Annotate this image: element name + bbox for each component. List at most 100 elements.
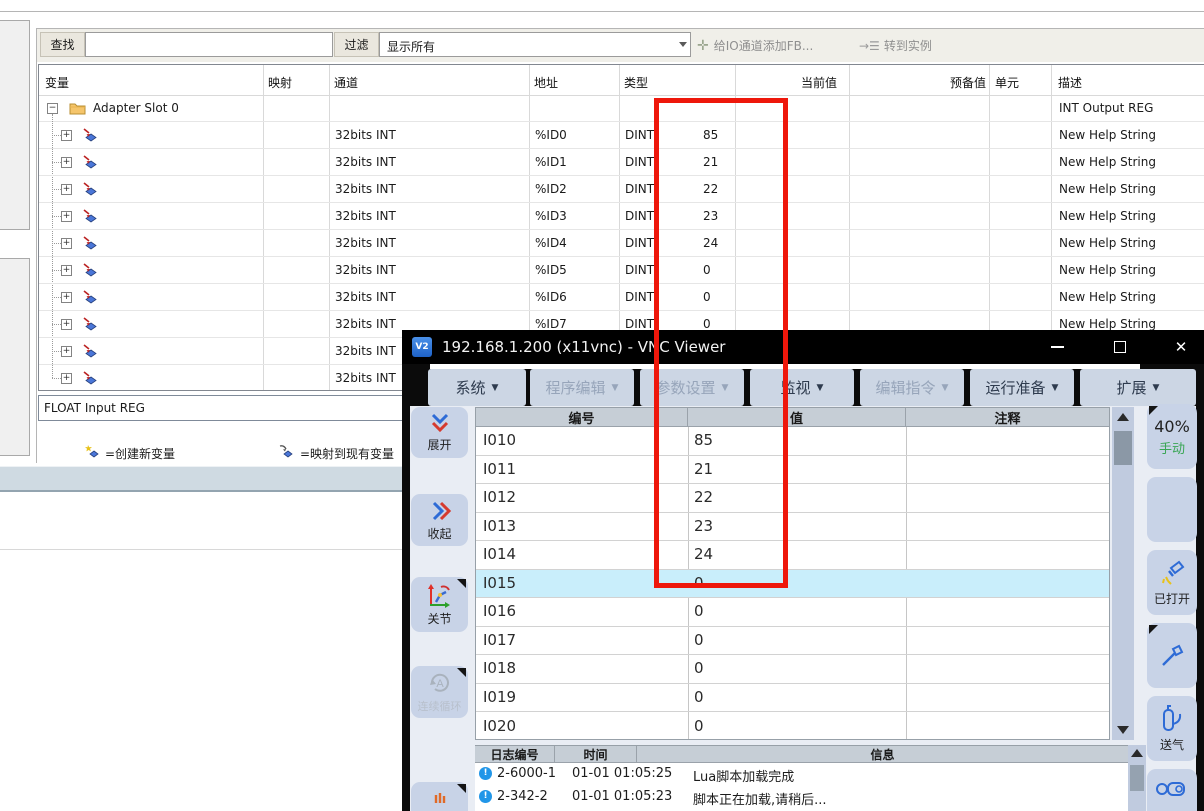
table-group-row[interactable]: − Adapter Slot 0 INT Output REG [39,95,1204,122]
menu-item-edit-instruction[interactable]: 编辑指令▼ [860,369,964,406]
torch-button[interactable] [1147,623,1197,688]
register-row[interactable]: I01424 [476,541,1109,570]
menu-item-label: 编辑指令 [876,377,936,398]
blank-button[interactable] [1147,477,1197,542]
log-row[interactable]: !2-6000-101-01 01:05:25Lua脚本加载完成 [475,763,1128,786]
table-row[interactable]: +32bits INT%ID0DINT85New Help String [39,122,1204,149]
create-var-label: =创建新变量 [105,445,175,462]
table-row[interactable]: +32bits INT%ID4DINT24New Help String [39,230,1204,257]
filter-dropdown[interactable]: 显示所有 [379,32,691,57]
tree-stub [52,378,61,379]
find-label: 查找 [40,32,85,57]
goto-instance-label: 转到实例 [884,37,932,54]
register-row[interactable]: I0160 [476,598,1109,627]
gas-button[interactable]: 送气 [1147,696,1197,761]
expand-plus-icon[interactable]: + [61,211,72,222]
expand-plus-icon[interactable]: + [61,184,72,195]
expand-button[interactable]: 展开 [411,407,468,458]
tree-stub [52,297,61,298]
scroll-up-icon[interactable] [1117,413,1129,421]
expand-plus-icon[interactable]: + [61,292,72,303]
expand-plus-icon[interactable]: + [61,373,72,384]
speed-mode-button[interactable]: 40% 手动 [1147,404,1197,469]
add-fb-button[interactable]: ✛ 给IO通道添加FB... [697,34,813,57]
log-scrollbar[interactable] [1128,745,1146,811]
table-row[interactable]: +32bits INT%ID2DINT22New Help String [39,176,1204,203]
scroll-up-icon[interactable] [1131,749,1143,757]
tool-partial-icon [430,791,450,803]
scrollbar-thumb[interactable] [1130,765,1144,791]
editor-left-border [36,28,37,463]
register-row[interactable]: I0170 [476,627,1109,656]
menu-item-label: 运行准备 [986,377,1046,398]
corner-marker-icon [1149,625,1158,634]
register-row[interactable]: I0190 [476,684,1109,713]
tree-stub [52,351,61,352]
variable-icon [83,263,98,282]
variable-icon [83,128,98,147]
expand-plus-icon[interactable]: + [61,130,72,141]
type-cell: DINT [625,290,654,304]
tree-stub [52,189,61,190]
table-row[interactable]: +32bits INT%ID1DINT21New Help String [39,149,1204,176]
register-value: 0 [694,717,704,735]
joint-button[interactable]: 关节 [411,577,468,632]
close-icon: ✕ [1175,338,1188,356]
tree-stub [52,135,61,136]
register-row[interactable]: I01323 [476,513,1109,542]
torch-state-label: 已打开 [1154,590,1190,607]
torch-open-button[interactable]: 已打开 [1147,550,1197,615]
float-input-reg-label: FLOAT Input REG [44,401,145,415]
variable-icon [83,371,98,390]
robot-joint-icon [426,582,454,608]
collapse-minus-icon[interactable]: − [47,103,58,114]
menu-item-system[interactable]: 系统▼ [428,369,526,406]
register-row[interactable]: I01085 [476,427,1109,456]
expand-plus-icon[interactable]: + [61,319,72,330]
table-row[interactable]: +32bits INT%ID5DINT0New Help String [39,257,1204,284]
torch-icon [1157,641,1187,671]
loop-button[interactable]: A 连续循环 [411,666,468,718]
tree-stub [52,162,61,163]
partial-left-button[interactable] [411,782,468,811]
register-row[interactable]: I01121 [476,456,1109,485]
minimize-button[interactable] [1032,332,1082,362]
col-prepared-value: 预备值 [854,74,986,91]
col-channel: 通道 [334,74,358,91]
collapse-button[interactable]: 收起 [411,494,468,546]
channel-cell: 32bits INT [335,290,396,304]
scrollbar-thumb[interactable] [1114,431,1132,465]
register-row[interactable]: I0150 [476,570,1109,599]
goto-instance-button[interactable]: →☰ 转到实例 [859,34,932,57]
register-row[interactable]: I01222 [476,484,1109,513]
col-current-value: 当前值 [691,74,837,91]
register-row[interactable]: I0180 [476,655,1109,684]
scroll-down-icon[interactable] [1117,726,1129,734]
expand-label: 展开 [427,436,451,453]
map-var-label: =映射到现有变量 [300,445,394,462]
menu-item-run-prepare[interactable]: 运行准备▼ [970,369,1074,406]
register-row[interactable]: I0200 [476,713,1109,741]
expand-plus-icon[interactable]: + [61,265,72,276]
controller-button[interactable] [1147,769,1197,811]
col-address: 地址 [534,74,558,91]
table-row[interactable]: +32bits INT%ID3DINT23New Help String [39,203,1204,230]
find-input[interactable] [85,32,333,57]
maximize-button[interactable] [1095,332,1145,362]
dropdown-arrow-icon[interactable] [679,42,687,47]
vnc-logo-icon: V2 [412,337,432,357]
expand-plus-icon[interactable]: + [61,346,72,357]
close-button[interactable]: ✕ [1158,332,1204,362]
type-cell: DINT [625,263,654,277]
menu-item-program-edit[interactable]: 程序编辑▼ [530,369,634,406]
vnc-titlebar[interactable]: V2 192.168.1.200 (x11vnc) - VNC Viewer ✕ [402,330,1204,364]
register-scrollbar[interactable] [1112,407,1134,740]
address-cell: %ID1 [535,155,567,169]
log-header: 日志编号 时间 信息 [475,746,1128,763]
log-row[interactable]: !2-342-201-01 01:05:23脚本正在加载,请稍后... [475,786,1128,809]
expand-plus-icon[interactable]: + [61,238,72,249]
expand-plus-icon[interactable]: + [61,157,72,168]
menu-item-extend[interactable]: 扩展▼ [1080,369,1196,406]
register-header: 编号 值 注释 [476,408,1109,427]
table-row[interactable]: +32bits INT%ID6DINT0New Help String [39,284,1204,311]
